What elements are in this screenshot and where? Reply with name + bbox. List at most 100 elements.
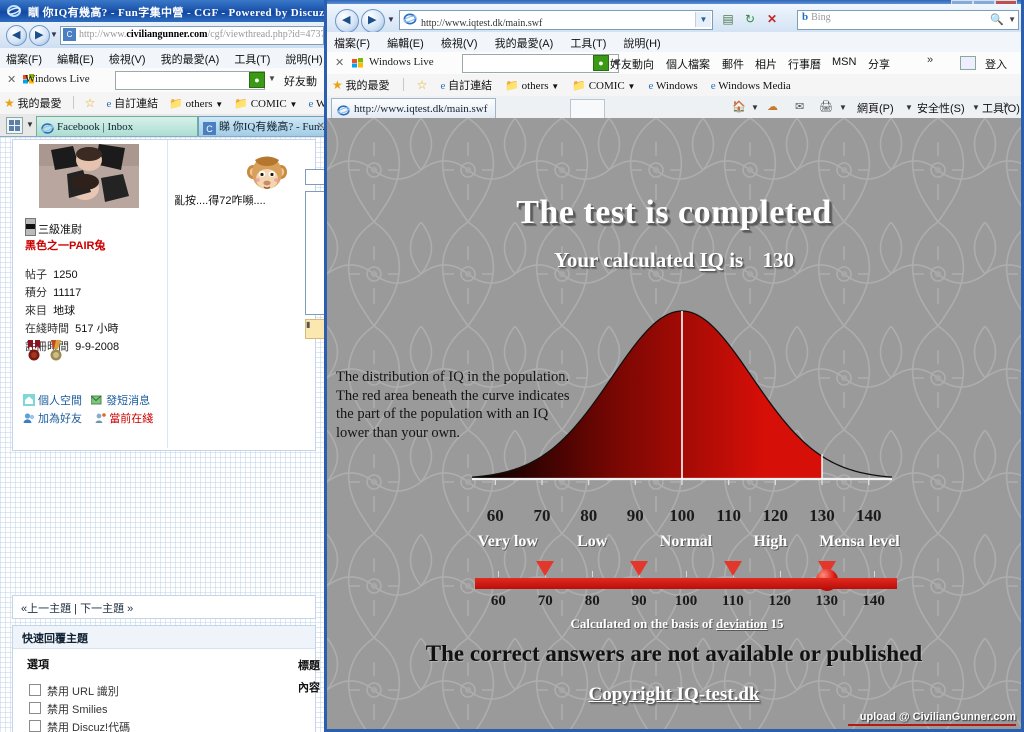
menu-item-favorites[interactable]: 我的最愛(A) [495, 35, 554, 51]
favorite-folder-comic[interactable]: 📁 COMIC ▼ [234, 97, 297, 110]
quick-tabs-button[interactable] [6, 117, 23, 134]
menu-item-tools[interactable]: 工具(T) [570, 35, 606, 51]
history-dropdown-icon[interactable]: ▼ [50, 30, 58, 39]
menu-item-help[interactable]: 說明(H) [623, 35, 660, 51]
command-safety[interactable]: 安全性(S) [917, 100, 965, 116]
option-disable-smilies[interactable]: 禁用 Smilies [29, 701, 108, 717]
search-provider-caret-icon[interactable]: ▼ [1008, 15, 1016, 24]
front-tab-strip[interactable]: http://www.iqtest.dk/main.swf 🏠 ▼ ☁ ✉ 🖨 … [327, 96, 1021, 119]
menu-item-file[interactable]: 檔案(F) [6, 51, 42, 67]
live-status-icon[interactable] [960, 56, 976, 70]
add-favorite-icon[interactable]: ☆ [85, 96, 96, 111]
tab-facebook-inbox[interactable]: Facebook | Inbox [36, 116, 198, 136]
back-tab-strip[interactable]: ▼ Facebook | Inbox C 睇 你IQ有幾高? - Fun... ✕ [0, 114, 330, 137]
live-signin-link[interactable]: 登入 [985, 56, 1007, 72]
close-toolbar-icon[interactable]: ✕ [335, 56, 344, 69]
forward-button[interactable]: ▶ [29, 25, 50, 46]
menu-item-help[interactable]: 說明(H) [285, 51, 322, 67]
favorites-center-button[interactable]: ★ 我的最愛 [4, 95, 62, 111]
favorites-center-button[interactable]: ★ 我的最愛 [332, 77, 390, 93]
home-icon[interactable]: 🏠 [732, 100, 746, 113]
caret-down-icon[interactable]: ▼ [972, 103, 980, 112]
menu-item-edit[interactable]: 編輯(E) [387, 35, 424, 51]
favorite-custom-links[interactable]: e 自訂連結 [440, 77, 492, 93]
link-online-now[interactable]: 當前在綫 [109, 413, 153, 425]
menu-item-view[interactable]: 檢視(V) [441, 35, 478, 51]
background-browser-window[interactable]: 瞓 你IQ有幾高? - Fun字集中營 - CGF - Powered by D… [0, 0, 330, 732]
foreground-browser-window[interactable]: ◀ ▶ ▼ http://www.iqtest.dk/main.swf ▼ ▤ … [324, 0, 1024, 732]
favorite-windows-media[interactable]: e Windows Media [711, 80, 791, 92]
menu-item-view[interactable]: 檢視(V) [109, 51, 146, 67]
read-mail-icon[interactable]: ✉ [795, 100, 804, 113]
menu-item-file[interactable]: 檔案(F) [334, 35, 370, 51]
favorite-folder-comic[interactable]: 📁 COMIC ▼ [572, 79, 635, 92]
favorite-folder-others[interactable]: 📁 others ▼ [169, 97, 223, 110]
search-icon[interactable]: 🔍 [990, 13, 1004, 26]
live-link-friends[interactable]: 好友動向 [610, 56, 654, 72]
menu-item-edit[interactable]: 編輯(E) [57, 51, 94, 67]
command-tools[interactable]: 工具(O) [982, 100, 1020, 116]
caret-down-icon[interactable]: ▼ [751, 103, 759, 112]
link-send-message[interactable]: 發短消息 [106, 395, 150, 407]
favorite-windows[interactable]: e Windows [649, 80, 698, 92]
caret-down-icon[interactable]: ▼ [905, 103, 913, 112]
back-url-field[interactable]: Chttp://www.civiliangunner.com/cgf/viewt… [60, 26, 324, 45]
command-overflow-icon[interactable]: » [1003, 99, 1009, 111]
search-box[interactable]: b Bing 🔍 ▼ [797, 10, 1019, 30]
back-favorites-bar[interactable]: ★ 我的最愛 ☆ e 自訂連結 📁 others ▼ 📁 COMIC ▼ e W… [0, 92, 330, 115]
favorite-folder-others[interactable]: 📁 others ▼ [505, 79, 559, 92]
author-nickname[interactable]: 黑色之一PAIR兔 [25, 237, 105, 253]
compatibility-view-icon[interactable]: ▤ [719, 10, 737, 28]
back-windows-live-toolbar[interactable]: ✕ Windows Live ● ▼ 好友動 [0, 68, 330, 93]
tab-iqtest[interactable]: http://www.iqtest.dk/main.swf [331, 98, 497, 118]
checkbox[interactable] [29, 702, 41, 714]
back-menu-bar[interactable]: 檔案(F) 編輯(E) 檢視(V) 我的最愛(A) 工具(T) 說明(H) [0, 48, 330, 69]
history-dropdown-icon[interactable]: ▼ [387, 15, 395, 24]
thread-navigation[interactable]: «上一主題 | 下一主題 » [12, 595, 316, 619]
checkbox[interactable] [29, 720, 41, 732]
print-icon[interactable]: 🖨 [819, 100, 833, 113]
option-disable-url[interactable]: 禁用 URL 識別 [29, 683, 119, 699]
live-link-msn[interactable]: MSN [832, 56, 856, 68]
chevron-down-icon[interactable]: ▼ [695, 12, 711, 27]
search-go-icon[interactable]: ● [593, 55, 609, 71]
search-options-caret-icon[interactable]: ▼ [268, 74, 276, 83]
front-url-field[interactable]: http://www.iqtest.dk/main.swf ▼ [399, 10, 713, 30]
feeds-icon[interactable]: ☁ [767, 100, 778, 113]
live-link-calendar[interactable]: 行事曆 [788, 56, 821, 72]
stop-icon[interactable]: ✕ [763, 10, 781, 28]
caret-down-icon[interactable]: ▼ [839, 103, 847, 112]
live-link-profile[interactable]: 個人檔案 [666, 56, 710, 72]
author-links-row-1[interactable]: 個人空間 發短消息 [23, 392, 150, 408]
link-personal-space[interactable]: 個人空間 [38, 395, 82, 407]
author-links-row-2[interactable]: 加為好友 當前在綫 [23, 410, 153, 426]
add-favorite-icon[interactable]: ☆ [417, 78, 428, 93]
live-link-mail[interactable]: 郵件 [722, 56, 744, 72]
front-windows-live-toolbar[interactable]: ✕ Windows Live ● ▼ 好友動向 個人檔案 郵件 相片 行事曆 M… [327, 52, 1021, 75]
toolbar-overflow-icon[interactable]: » [927, 54, 933, 66]
avatar[interactable] [39, 144, 139, 208]
front-menu-bar[interactable]: 檔案(F) 編輯(E) 檢視(V) 我的最愛(A) 工具(T) 說明(H) [327, 32, 1021, 53]
menu-item-tools[interactable]: 工具(T) [234, 51, 270, 67]
back-button[interactable]: ◀ [6, 25, 27, 46]
thread-nav-label[interactable]: «上一主題 | 下一主題 » [21, 600, 133, 616]
favorite-custom-links[interactable]: e 自訂連結 [106, 95, 158, 111]
menu-item-favorites[interactable]: 我的最愛(A) [161, 51, 220, 67]
link-add-friend[interactable]: 加為好友 [38, 413, 82, 425]
back-button[interactable]: ◀ [335, 9, 359, 33]
forward-button[interactable]: ▶ [361, 9, 385, 33]
tab-iq-thread[interactable]: C 睇 你IQ有幾高? - Fun... ✕ [198, 116, 330, 136]
back-window-titlebar[interactable]: 瞓 你IQ有幾高? - Fun字集中營 - CGF - Powered by D… [0, 0, 330, 22]
tab-list-caret-icon[interactable]: ▼ [26, 120, 34, 129]
back-live-search-input[interactable] [115, 71, 265, 90]
refresh-icon[interactable]: ↻ [741, 10, 759, 28]
option-disable-discuz-code[interactable]: 禁用 Discuz!代碼 [29, 719, 130, 732]
live-link-share[interactable]: 分享 [868, 56, 890, 72]
live-link-photos[interactable]: 相片 [755, 56, 777, 72]
live-link-friends[interactable]: 好友動 [284, 73, 317, 89]
search-go-icon[interactable]: ● [249, 72, 265, 88]
new-tab-button[interactable] [570, 99, 605, 118]
command-page[interactable]: 網頁(P) [857, 100, 894, 116]
front-favorites-bar[interactable]: ★ 我的最愛 ☆ e 自訂連結 📁 others ▼ 📁 COMIC ▼ e W… [327, 74, 1021, 97]
checkbox[interactable] [29, 684, 41, 696]
